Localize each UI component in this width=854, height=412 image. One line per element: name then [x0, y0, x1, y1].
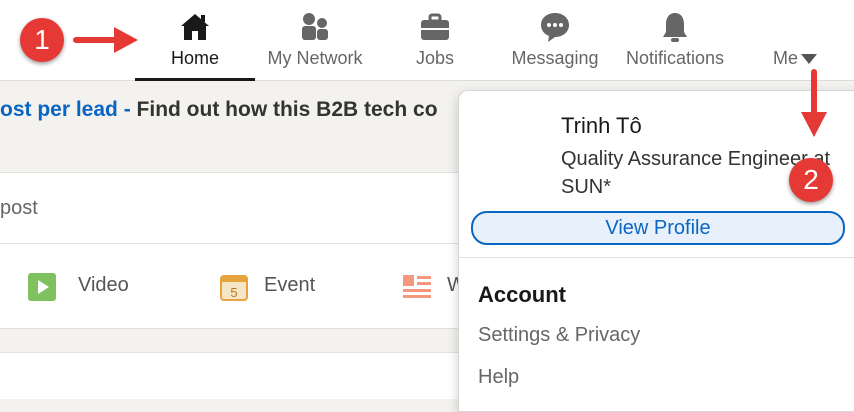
annotation-arrow-1: [73, 27, 138, 53]
annotation-badge-1: 1: [20, 18, 64, 62]
annotation-arrow-2: [801, 69, 827, 137]
annotation-badge-2: 2: [789, 158, 833, 202]
annotation-arrows: [73, 27, 827, 137]
